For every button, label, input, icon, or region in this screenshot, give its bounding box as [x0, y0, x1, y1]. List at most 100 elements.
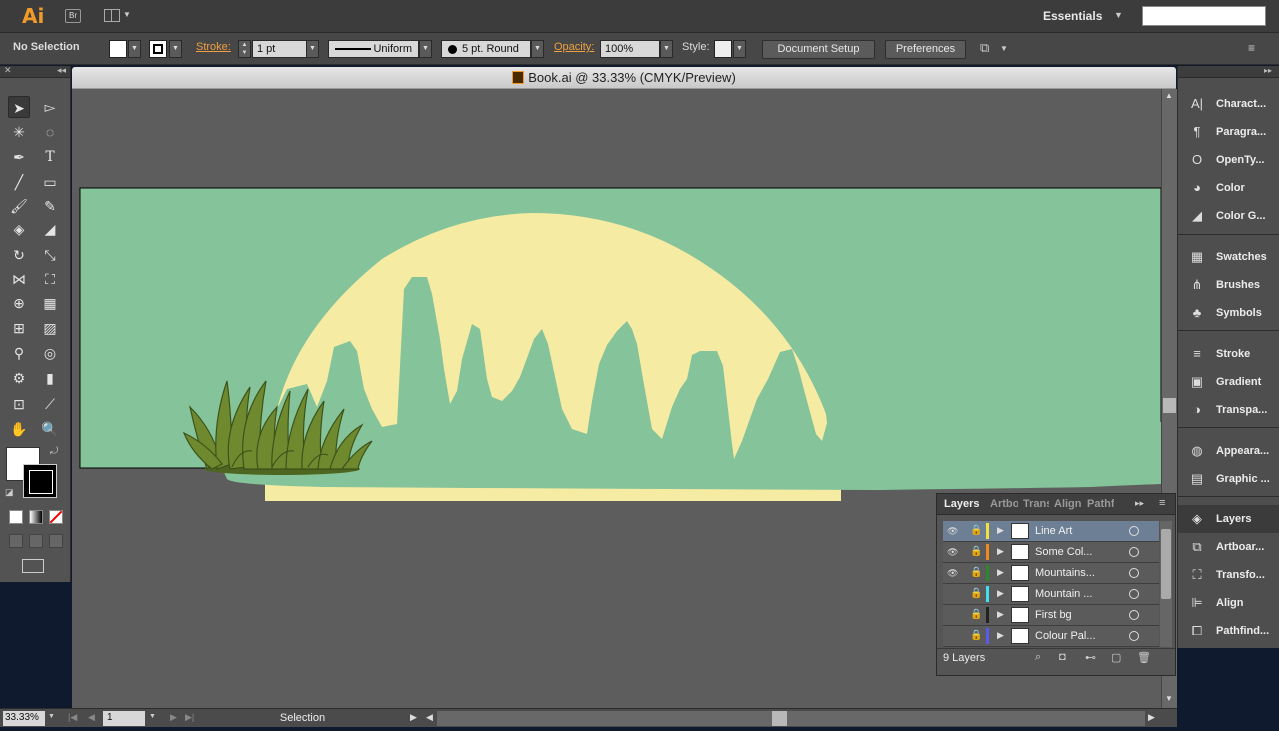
line-tool-icon[interactable]: ╱ — [8, 171, 30, 193]
gradient-tool-icon[interactable]: ▨ — [39, 317, 61, 339]
layer-name[interactable]: Mountain ... — [1035, 588, 1092, 600]
column-graph-tool-icon[interactable]: ▮ — [39, 367, 61, 389]
visibility-eye-icon[interactable]: 👁 — [947, 526, 959, 537]
hand-tool-icon[interactable]: ✋ — [8, 418, 30, 440]
expand-triangle-icon[interactable]: ▶ — [997, 546, 1004, 557]
scroll-left-icon[interactable]: ◀ — [426, 712, 433, 723]
gradient-mode-icon[interactable] — [29, 510, 43, 524]
dock-item-pathfinder[interactable]: ⧠ Pathfind... — [1178, 617, 1279, 645]
first-artboard-icon[interactable]: |◀ — [68, 712, 77, 723]
dock-header[interactable]: ▸▸ — [1178, 66, 1279, 78]
layer-name[interactable]: Mountains... — [1035, 567, 1095, 579]
blob-brush-tool-icon[interactable]: ◈ — [8, 218, 30, 240]
expand-panels-icon[interactable]: ▸▸ — [1264, 66, 1272, 75]
visibility-eye-icon[interactable]: 👁 — [947, 568, 959, 579]
target-circle-icon[interactable] — [1129, 631, 1139, 641]
visibility-eye-icon[interactable]: 👁 — [947, 547, 959, 558]
opacity-dropdown[interactable]: ▼ — [660, 40, 673, 58]
free-transform-tool-icon[interactable]: ⛶ — [39, 268, 61, 290]
draw-behind-icon[interactable] — [29, 534, 43, 548]
dock-item-align[interactable]: ⊫ Align — [1178, 589, 1279, 617]
target-circle-icon[interactable] — [1129, 568, 1139, 578]
rectangle-tool-icon[interactable]: ▭ — [39, 171, 61, 193]
collapse-icon[interactable]: ◂◂ — [57, 65, 66, 76]
layers-scroll-thumb[interactable] — [1161, 529, 1171, 599]
document-setup-button[interactable]: Document Setup — [762, 40, 875, 59]
arrange-documents-icon[interactable] — [104, 9, 120, 22]
bridge-button[interactable]: Br — [65, 9, 81, 23]
perspective-grid-tool-icon[interactable]: ▦ — [39, 292, 61, 314]
dock-item-transform[interactable]: ⛶ Transfo... — [1178, 561, 1279, 589]
fill-swatch[interactable] — [109, 40, 127, 58]
zoom-tool-icon[interactable]: 🔍 — [39, 418, 61, 440]
panel-menu-icon[interactable]: ≡ — [1159, 497, 1165, 509]
eyedropper-tool-icon[interactable]: ⚲ — [8, 342, 30, 364]
target-circle-icon[interactable] — [1129, 526, 1139, 536]
default-colors-icon[interactable]: ◪ — [5, 487, 14, 498]
shape-builder-tool-icon[interactable]: ⊕ — [8, 292, 30, 314]
tools-panel-header[interactable]: ✕ ◂◂ — [0, 65, 70, 78]
dock-item-brushes[interactable]: ⋔ Brushes — [1178, 271, 1279, 299]
zoom-dropdown-icon[interactable]: ▼ — [48, 713, 55, 720]
stroke-profile-dropdown[interactable]: Uniform — [328, 40, 419, 58]
dock-item-stroke[interactable]: ≡ Stroke — [1178, 340, 1279, 368]
layer-row[interactable]: 👁 🔒 ▶ Mountains... — [943, 563, 1159, 584]
stroke-weight-stepper[interactable]: ▲ ▼ — [238, 40, 251, 58]
paintbrush-tool-icon[interactable]: 🖌 — [8, 195, 30, 217]
chevron-down-icon[interactable]: ▼ — [1114, 10, 1123, 20]
scroll-up-icon[interactable]: ▲ — [1165, 91, 1173, 100]
layer-name[interactable]: First bg — [1035, 609, 1072, 621]
lasso-tool-icon[interactable]: ◌ — [39, 121, 61, 143]
draw-normal-icon[interactable] — [9, 534, 23, 548]
graphic-style-swatch[interactable] — [714, 40, 732, 58]
tab-transform[interactable]: Trans — [1023, 498, 1049, 510]
new-layer-icon[interactable]: ▢ — [1111, 651, 1121, 664]
vertical-scroll-thumb[interactable] — [1163, 398, 1176, 413]
dock-item-symbols[interactable]: ♣ Symbols — [1178, 299, 1279, 327]
opacity-label[interactable]: Opacity: — [554, 41, 594, 53]
lock-icon[interactable]: 🔒 — [970, 546, 982, 557]
blend-tool-icon[interactable]: ◎ — [39, 342, 61, 364]
preferences-button[interactable]: Preferences — [885, 40, 966, 59]
trash-icon[interactable]: 🗑 — [1137, 651, 1151, 664]
tab-pathfinder[interactable]: Pathf — [1087, 498, 1114, 510]
target-circle-icon[interactable] — [1129, 589, 1139, 599]
magic-wand-tool-icon[interactable]: ✳ — [8, 121, 30, 143]
dock-item-appearance[interactable]: ◍ Appeara... — [1178, 437, 1279, 465]
dock-item-swatches[interactable]: ▦ Swatches — [1178, 243, 1279, 271]
tab-align[interactable]: Align — [1054, 498, 1083, 510]
layer-row[interactable]: 🔒 ▶ Mountain ... — [943, 584, 1159, 605]
screen-mode-icon[interactable] — [22, 559, 44, 573]
tab-layers[interactable]: Layers — [944, 498, 980, 510]
artboard-number-field[interactable]: 1 — [103, 711, 145, 726]
pen-tool-icon[interactable]: ✒ — [8, 146, 30, 168]
last-artboard-icon[interactable]: ▶| — [185, 712, 194, 723]
lock-icon[interactable]: 🔒 — [970, 525, 982, 536]
dock-item-graphic-styles[interactable]: ▤ Graphic ... — [1178, 465, 1279, 493]
lock-icon[interactable]: 🔒 — [970, 588, 982, 599]
pencil-tool-icon[interactable]: ✎ — [39, 195, 61, 217]
panel-menu-icon[interactable]: ≡ — [1248, 41, 1255, 55]
brush-dropdown-arrow[interactable]: ▼ — [531, 40, 544, 58]
layer-row[interactable]: 🔒 ▶ Colour Pal... — [943, 626, 1159, 647]
layer-row[interactable]: 👁 🔒 ▶ Some Col... — [943, 542, 1159, 563]
draw-inside-icon[interactable] — [49, 534, 63, 548]
eraser-tool-icon[interactable]: ◢ — [39, 218, 61, 240]
stroke-weight-dropdown[interactable]: ▼ — [306, 40, 319, 58]
stroke-color-box[interactable] — [23, 464, 57, 498]
symbol-sprayer-tool-icon[interactable]: ⚙ — [8, 367, 30, 389]
chevron-down-icon[interactable]: ▼ — [1000, 44, 1008, 53]
artboard-tool-icon[interactable]: ⊡ — [8, 393, 30, 415]
scale-tool-icon[interactable]: ⤡ — [39, 244, 61, 266]
artboard-dropdown-icon[interactable]: ▼ — [149, 713, 156, 720]
layer-name[interactable]: Colour Pal... — [1035, 630, 1096, 642]
rotate-tool-icon[interactable]: ↻ — [8, 244, 30, 266]
expand-triangle-icon[interactable]: ▶ — [997, 630, 1004, 641]
layer-name[interactable]: Some Col... — [1035, 546, 1092, 558]
stroke-profile-arrow[interactable]: ▼ — [419, 40, 432, 58]
width-tool-icon[interactable]: ⋈ — [8, 268, 30, 290]
dock-item-paragraph[interactable]: ¶ Paragra... — [1178, 118, 1279, 146]
dock-item-color-guide[interactable]: ◢ Color G... — [1178, 202, 1279, 230]
opacity-field[interactable]: 100% — [600, 40, 660, 58]
lock-icon[interactable]: 🔒 — [970, 609, 982, 620]
